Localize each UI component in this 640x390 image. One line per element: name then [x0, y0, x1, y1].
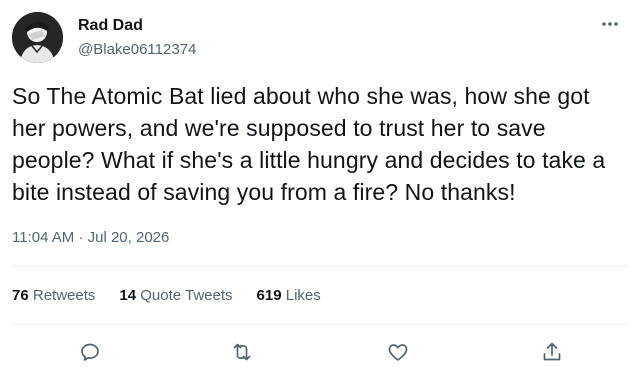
tweet-header: Rad Dad @Blake06112374: [12, 12, 628, 64]
share-button[interactable]: [538, 338, 566, 366]
retweet-button[interactable]: [228, 338, 256, 366]
likes-count: 619: [256, 287, 282, 304]
reply-icon: [81, 343, 99, 361]
tweet-stats: 76 Retweets 14 Quote Tweets 619 Likes: [12, 286, 345, 306]
user-handle[interactable]: @Blake06112374: [78, 40, 196, 60]
tweet-time[interactable]: 11:04 AM: [12, 229, 74, 246]
tweet-actions-bar: [0, 334, 640, 370]
share-icon: [543, 342, 561, 361]
tweet-date[interactable]: Jul 20, 2026: [88, 229, 170, 246]
more-icon: [602, 22, 618, 26]
more-options-button[interactable]: [598, 14, 622, 34]
quote-tweets-label: Quote Tweets: [140, 287, 233, 304]
tweet-text: So The Atomic Bat lied about who she was…: [12, 83, 606, 205]
like-button[interactable]: [384, 338, 412, 366]
retweets-stat[interactable]: 76 Retweets: [12, 286, 95, 306]
quote-tweets-stat[interactable]: 14 Quote Tweets: [119, 286, 232, 306]
quote-tweets-count: 14: [119, 287, 137, 304]
display-name[interactable]: Rad Dad: [78, 16, 196, 36]
reply-button[interactable]: [76, 338, 104, 366]
avatar-image: [12, 12, 63, 63]
like-icon: [388, 344, 408, 361]
retweets-label: Retweets: [32, 287, 96, 304]
divider: [12, 266, 628, 267]
retweet-icon: [233, 343, 251, 361]
meta-separator: ·: [78, 229, 84, 246]
likes-stat[interactable]: 619 Likes: [257, 286, 321, 306]
avatar[interactable]: [12, 12, 63, 63]
likes-label: Likes: [285, 287, 321, 304]
user-names: Rad Dad @Blake06112374: [78, 16, 196, 60]
retweets-count: 76: [12, 287, 29, 304]
divider: [12, 324, 628, 325]
tweet-timestamp: 11:04 AM · Jul 20, 2026: [12, 228, 169, 248]
